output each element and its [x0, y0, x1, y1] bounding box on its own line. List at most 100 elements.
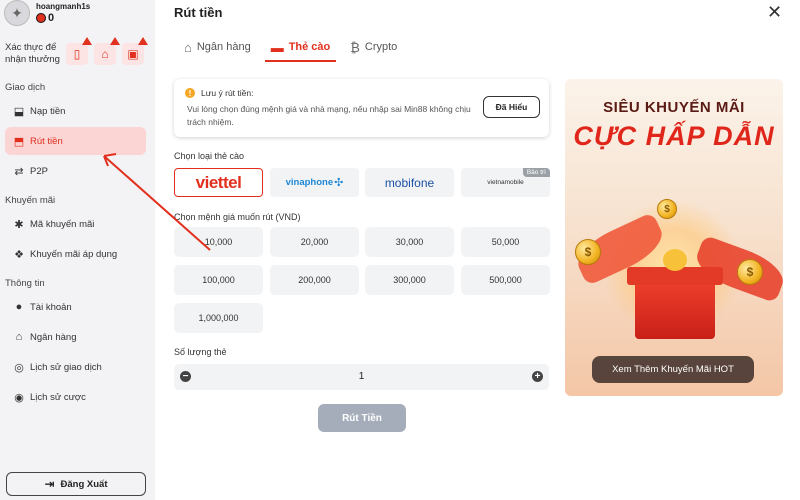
tab-label: Thẻ cào: [288, 41, 331, 53]
section-transactions: Giao dịch: [5, 82, 46, 93]
coin-icon: $: [575, 239, 601, 265]
logout-icon: ⇥: [44, 477, 55, 491]
gift-box-icon: [635, 279, 715, 339]
promo-code-icon: ✱: [14, 218, 24, 231]
sidebar-item-label: Khuyến mãi áp dụng: [30, 248, 118, 260]
info-icon: !: [185, 88, 195, 98]
withdraw-notice: ! Lưu ý rút tiền: Vui lòng chọn đúng mện…: [174, 79, 549, 137]
sidebar-item-label: Mã khuyến mãi: [30, 218, 95, 230]
vinaphone-logo: vinaphone: [285, 177, 334, 188]
transaction-history-icon: ◎: [14, 361, 24, 374]
sidebar-item-label: Ngân hàng: [30, 331, 77, 343]
page-title: Rút tiền: [174, 5, 223, 20]
maintenance-badge: Bảo trì: [522, 168, 550, 177]
card-icon: ▬: [270, 39, 284, 55]
sidebar-item-p2p[interactable]: ⇄ P2P: [5, 157, 146, 185]
amount-option[interactable]: 50,000: [461, 227, 550, 257]
amount-option[interactable]: 30,000: [365, 227, 454, 257]
sidebar-item-deposit[interactable]: ⬓ Nạp tiền: [5, 97, 146, 125]
viettel-logo: viettel: [195, 172, 242, 192]
promo-banner[interactable]: SIÊU KHUYẾN MÃI CỰC HẤP DẪN $ $ $ Xem Th…: [565, 79, 783, 396]
notice-text: Vui lòng chọn đúng mệnh giá và nhà mạng,…: [187, 104, 471, 127]
sidebar-item-bank[interactable]: ⌂ Ngân hàng: [5, 323, 146, 351]
notice-title: Lưu ý rút tiền:: [201, 88, 254, 98]
tab-label: Ngân hàng: [196, 41, 251, 53]
verify-label: Xác thực để nhận thưởng: [5, 42, 60, 65]
bank-verify-icon[interactable]: ⌂: [94, 37, 120, 65]
withdraw-icon: ⬒: [13, 135, 25, 148]
phone-verify-icon[interactable]: ▯: [66, 37, 92, 65]
carrier-viettel[interactable]: viettel: [174, 168, 263, 197]
promo-subheadline: CỰC HẤP DẪN: [573, 121, 775, 151]
sidebar-item-account[interactable]: ● Tài khoản: [5, 293, 146, 321]
amount-option[interactable]: 500,000: [461, 265, 550, 295]
logout-label: Đăng Xuất: [60, 478, 108, 490]
sidebar-item-promo-code[interactable]: ✱ Mã khuyến mãi: [5, 210, 146, 238]
id-verify-icon[interactable]: ▣: [122, 37, 148, 65]
amount-option[interactable]: 1,000,000: [174, 303, 263, 333]
sidebar-item-label: Lịch sử giao dịch: [30, 361, 102, 373]
sidebar-item-withdraw[interactable]: ⬒ Rút tiền: [5, 127, 146, 155]
withdraw-tabs: ⌂ Ngân hàng ▬ Thẻ cào ₿ Crypto: [174, 32, 407, 62]
p2p-icon: ⇄: [14, 165, 24, 178]
vinaphone-mark-icon: ✣: [334, 177, 344, 189]
carrier-mobifone[interactable]: mobifone: [365, 168, 454, 197]
tab-scratch-card[interactable]: ▬ Thẻ cào: [261, 32, 341, 62]
verify-rewards: Xác thực để nhận thưởng ▯ ⌂ ▣: [5, 37, 155, 70]
balance: 0: [36, 12, 90, 24]
promo-headline: SIÊU KHUYẾN MÃI: [603, 99, 745, 116]
balance-value: 0: [48, 12, 55, 24]
mobifone-logo: mobifone: [384, 175, 435, 190]
section-promotions: Khuyến mãi: [5, 195, 56, 206]
plus-icon[interactable]: +: [532, 371, 543, 382]
warning-icon: [82, 37, 92, 45]
close-icon[interactable]: ✕: [767, 2, 782, 23]
sidebar-item-label: Rút tiền: [30, 135, 63, 147]
sidebar-item-label: P2P: [30, 165, 48, 177]
coin-icon: $: [737, 259, 763, 285]
user-icon: ●: [15, 301, 23, 313]
sidebar-item-label: Nạp tiền: [30, 105, 66, 117]
user-info: ✦ hoangmanh1s 0: [4, 0, 90, 26]
tab-label: Crypto: [364, 41, 398, 53]
amount-option[interactable]: 100,000: [174, 265, 263, 295]
deposit-icon: ⬓: [13, 105, 25, 118]
vietnamobile-logo: vietnamobile: [487, 179, 524, 186]
sidebar-item-bet-history[interactable]: ◉ Lịch sử cược: [5, 383, 146, 411]
sidebar: ✦ hoangmanh1s 0 Xác thực để nhận thưởng …: [0, 0, 155, 500]
gift-icon: ❖: [14, 248, 24, 261]
view-more-promotions-button[interactable]: Xem Thêm Khuyến Mãi HOT: [592, 356, 754, 383]
sidebar-item-tx-history[interactable]: ◎ Lịch sử giao dịch: [5, 353, 146, 381]
logout-button[interactable]: ⇥ Đăng Xuất: [6, 472, 146, 496]
bank-icon: ⌂: [15, 331, 23, 343]
coin-icon: [36, 13, 46, 23]
bitcoin-icon: ₿: [350, 39, 360, 55]
carrier-vietnamobile[interactable]: vietnamobile Bảo trì: [461, 168, 550, 197]
tab-bank[interactable]: ⌂ Ngân hàng: [174, 32, 261, 62]
amount-option[interactable]: 200,000: [270, 265, 359, 295]
amount-option[interactable]: 300,000: [365, 265, 454, 295]
quantity-label: Số lượng thẻ: [174, 347, 227, 357]
carrier-vinaphone[interactable]: vinaphone ✣: [270, 168, 359, 197]
amount-label: Chọn mệnh giá muốn rút (VND): [174, 212, 301, 222]
amount-option[interactable]: 10,000: [174, 227, 263, 257]
section-info: Thông tin: [5, 278, 45, 289]
sidebar-item-label: Lịch sử cược: [30, 391, 86, 403]
sidebar-item-promo-applied[interactable]: ❖ Khuyến mãi áp dụng: [5, 240, 146, 268]
sidebar-item-label: Tài khoản: [30, 301, 72, 313]
warning-icon: [110, 37, 120, 45]
quantity-stepper: − 1 +: [174, 364, 549, 390]
bet-history-icon: ◉: [14, 391, 24, 404]
quantity-value[interactable]: 1: [174, 371, 549, 382]
carrier-label: Chọn loại thẻ cào: [174, 151, 245, 161]
amount-option[interactable]: 20,000: [270, 227, 359, 257]
bank-icon: ⌂: [184, 39, 192, 55]
avatar[interactable]: ✦: [4, 0, 30, 26]
gift-bow-icon: [663, 249, 687, 271]
coin-icon: $: [657, 199, 677, 219]
tab-crypto[interactable]: ₿ Crypto: [340, 32, 407, 62]
withdraw-submit-button[interactable]: Rút Tiền: [318, 404, 406, 432]
understood-button[interactable]: Đã Hiểu: [483, 96, 540, 118]
username: hoangmanh1s: [36, 2, 91, 11]
warning-icon: [138, 37, 148, 45]
